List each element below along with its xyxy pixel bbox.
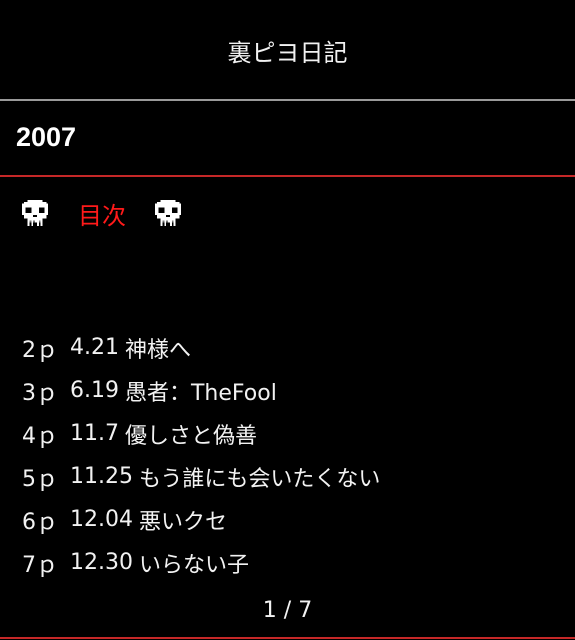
entry-item[interactable]: 5ｐ 11.25 もう誰にも会いたくない	[22, 455, 380, 498]
entry-title: もう誰にも会いたくない	[138, 466, 381, 492]
entry-page: 4ｐ	[22, 423, 58, 449]
year-divider	[0, 175, 575, 177]
bottom-divider	[0, 637, 575, 639]
toc-row: 目次	[20, 195, 183, 231]
toc-link[interactable]: 目次	[78, 196, 126, 231]
header-divider	[0, 99, 575, 101]
skull-icon	[21, 199, 49, 227]
entry-item[interactable]: 3ｐ 6.19 愚者：TheFool	[22, 369, 380, 412]
entry-page: 6ｐ	[22, 509, 58, 535]
entry-page: 3ｐ	[22, 380, 58, 406]
entry-item[interactable]: 4ｐ 11.7 優しさと偽善	[22, 412, 380, 455]
entry-title: 愚者：TheFool	[124, 380, 277, 406]
entry-item[interactable]: 6ｐ 12.04 悪いクセ	[22, 498, 380, 541]
entry-date: 12.04	[70, 507, 133, 532]
skull-icon	[154, 199, 182, 227]
entry-date: 11.25	[70, 464, 133, 489]
entry-page: 7ｐ	[22, 552, 58, 578]
entry-title: 悪いクセ	[138, 509, 227, 535]
entry-title: いらない子	[138, 552, 249, 578]
page-indicator: 1 / 7	[262, 598, 313, 623]
entry-list: 2ｐ 4.21 神様へ 3ｐ 6.19 愚者：TheFool 4ｐ 11.7 優…	[22, 326, 380, 584]
entry-page: 5ｐ	[22, 466, 58, 492]
app-title: 裏ピヨ日記	[227, 38, 348, 67]
entry-page: 2ｐ	[22, 337, 58, 363]
app-header: 裏ピヨ日記	[0, 0, 575, 100]
entry-date: 11.7	[70, 421, 119, 446]
entry-title: 優しさと偽善	[124, 423, 257, 449]
entry-item[interactable]: 2ｐ 4.21 神様へ	[22, 326, 380, 369]
entry-item[interactable]: 7ｐ 12.30 いらない子	[22, 541, 380, 584]
year-title: 2007	[16, 122, 77, 152]
entry-title: 神様へ	[124, 337, 191, 363]
entry-date: 6.19	[70, 378, 119, 403]
entry-date: 12.30	[70, 550, 133, 575]
entry-date: 4.21	[70, 335, 119, 360]
